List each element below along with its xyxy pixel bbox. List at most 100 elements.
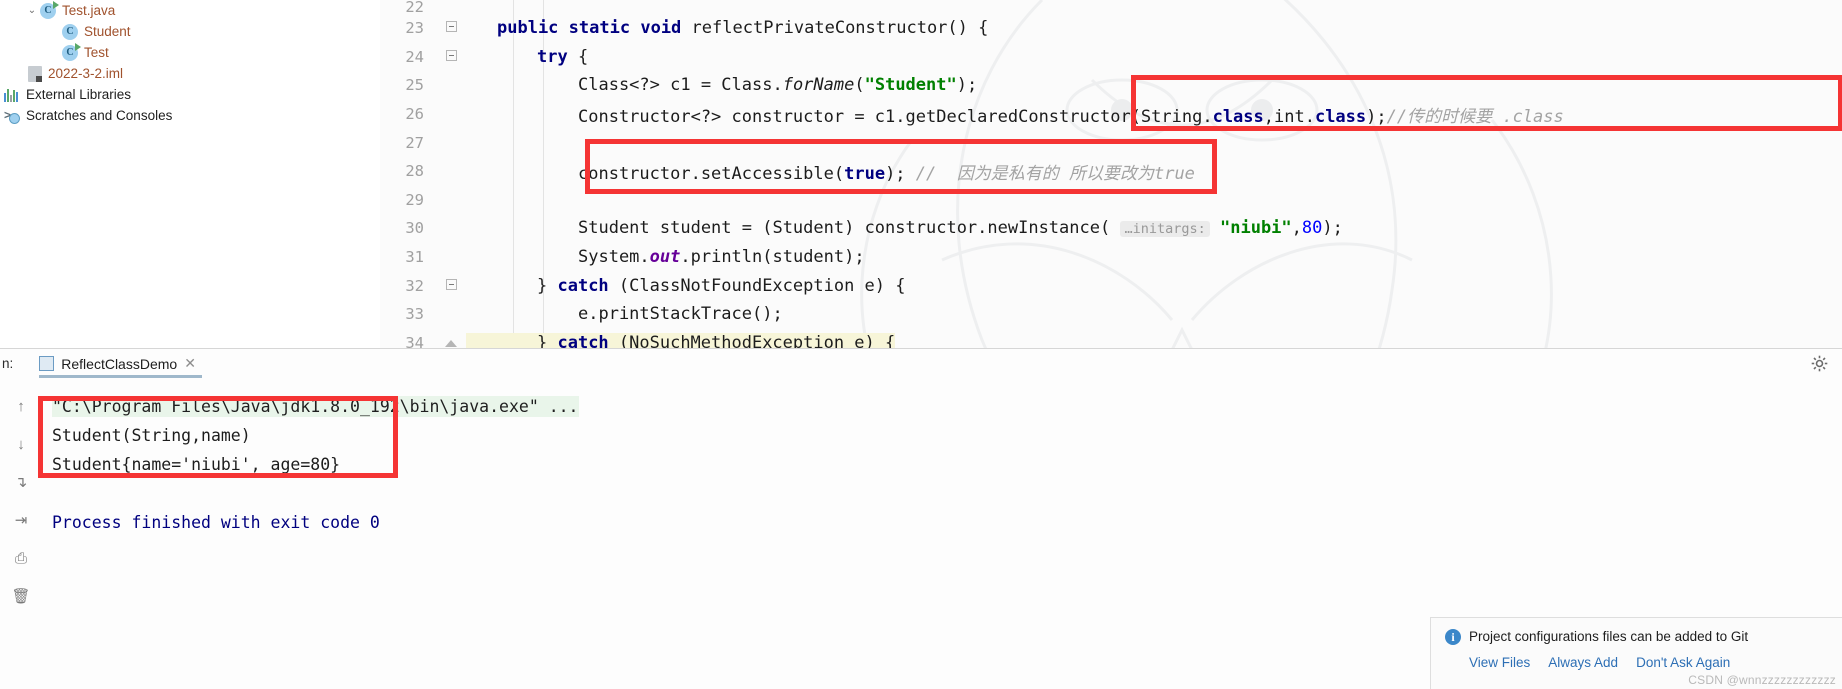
- console-line: "C:\Program Files\Java\jdk1.8.0_192\bin\…: [42, 392, 1842, 421]
- line-number: 27: [405, 133, 424, 152]
- tree-item-label: External Libraries: [26, 87, 132, 102]
- code-fragment: );: [956, 75, 978, 96]
- code-content: constructor.setAccessible(true); // 因为是私…: [466, 159, 1195, 184]
- fold-marker[interactable]: [436, 336, 466, 348]
- code-fragment: Constructor<?> constructor = c1.getDecla…: [578, 106, 1131, 127]
- line-number: 32: [405, 276, 424, 295]
- run-tab-label: ReflectClassDemo: [61, 355, 178, 372]
- code-fragment: );: [885, 163, 906, 184]
- iml-module-file-icon: [28, 65, 42, 82]
- code-line[interactable]: 33 e.printStackTrace();: [380, 300, 1842, 329]
- java-class-icon: C: [62, 23, 78, 40]
- tree-item-external-libraries[interactable]: External Libraries: [0, 84, 380, 105]
- delete-icon[interactable]: 🗑: [10, 586, 32, 606]
- keyword-class: class: [1212, 106, 1264, 127]
- line-number: 31: [405, 248, 424, 267]
- project-tree-panel[interactable]: ⌄ C Test.java C Student C Test 2022-3-2.…: [0, 0, 380, 348]
- keyword-try: try: [537, 46, 568, 67]
- code-fragment: );: [1322, 218, 1343, 239]
- number-literal: 80: [1301, 218, 1323, 239]
- line-number: 33: [405, 305, 424, 324]
- code-content: } catch (ClassNotFoundException e) {: [466, 276, 905, 296]
- code-editor[interactable]: 22 23 public static void reflectPrivateC…: [380, 0, 1842, 348]
- line-number: 23: [405, 19, 424, 38]
- code-content: } catch (NoSuchMethodException e) {: [466, 332, 896, 348]
- string-literal: "Student": [864, 75, 957, 96]
- always-add-link[interactable]: Always Add: [1548, 655, 1618, 670]
- tree-item-label: Scratches and Consoles: [26, 108, 173, 123]
- code-fragment: }: [537, 275, 558, 296]
- line-number: 24: [405, 47, 424, 66]
- soft-wrap-icon[interactable]: ↴: [10, 472, 32, 492]
- run-tab-reflectclassdemo[interactable]: ReflectClassDemo ✕: [31, 349, 204, 378]
- code-content: try {: [466, 47, 588, 67]
- tree-item-student[interactable]: C Student: [0, 21, 380, 42]
- code-line[interactable]: 25 Class<?> c1 = Class.forName("Student"…: [380, 71, 1842, 100]
- console-output-text: Student{name='niubi', age=80}: [52, 455, 341, 474]
- console-toolbar[interactable]: ↑ ↓ ↴ ⇥ ⎙ 🗑: [0, 378, 42, 689]
- code-line[interactable]: 31 System.out.println(student);: [380, 243, 1842, 272]
- inline-comment: // 因为是私有的 所以要改为true: [915, 163, 1195, 184]
- chevron-down-icon[interactable]: ⌄: [24, 5, 40, 16]
- inline-comment: //传的时候要 .class: [1386, 106, 1564, 127]
- notification-header: i Project configurations files can be ad…: [1445, 629, 1828, 646]
- code-line[interactable]: 28 constructor.setAccessible(true); // 因…: [380, 157, 1842, 186]
- scroll-to-end-icon[interactable]: ⇥: [10, 510, 32, 530]
- code-line[interactable]: 24 try {: [380, 43, 1842, 72]
- gear-icon[interactable]: [1811, 355, 1828, 377]
- static-field-out: out: [649, 247, 681, 268]
- close-icon[interactable]: ✕: [184, 355, 196, 372]
- tree-item-iml-file[interactable]: 2022-3-2.iml: [0, 63, 380, 84]
- keyword-catch: catch: [557, 275, 609, 296]
- tree-item-scratches-and-consoles[interactable]: Scratches and Consoles: [0, 105, 380, 126]
- fold-marker[interactable]: [436, 21, 466, 35]
- code-line[interactable]: 27: [380, 128, 1842, 157]
- code-line[interactable]: 32 } catch (ClassNotFoundException e) {: [380, 271, 1842, 300]
- keyword-public: public: [497, 18, 559, 39]
- line-number: 34: [405, 333, 424, 348]
- code-fragment: (NoSuchMethodException e) {: [608, 332, 896, 348]
- code-content: System.out.println(student);: [466, 247, 865, 267]
- keyword-void: void: [640, 18, 682, 39]
- parameter-hint-initargs[interactable]: …initargs:: [1120, 221, 1210, 238]
- ide-window: ⌄ C Test.java C Student C Test 2022-3-2.…: [0, 0, 1842, 689]
- code-line[interactable]: 34 } catch (NoSuchMethodException e) {: [380, 329, 1842, 348]
- console-line: Process finished with exit code 0: [42, 508, 1842, 537]
- code-line[interactable]: 26 Constructor<?> constructor = c1.getDe…: [380, 100, 1842, 129]
- process-finished-text: Process finished with exit code 0: [52, 513, 380, 532]
- code-fragment: System.: [578, 247, 650, 268]
- line-number: 29: [405, 190, 424, 209]
- line-number: 30: [405, 219, 424, 238]
- code-line[interactable]: 29: [380, 186, 1842, 215]
- fold-marker[interactable]: [436, 49, 466, 64]
- code-fragment: Student student = (Student) constructor.…: [578, 218, 1111, 239]
- console-line: Student(String,name): [42, 421, 1842, 450]
- code-line[interactable]: 23 public static void reflectPrivateCons…: [380, 14, 1842, 43]
- code-line[interactable]: 22: [380, 0, 1842, 14]
- notification-actions[interactable]: View Files Always Add Don't Ask Again: [1445, 646, 1828, 670]
- fold-marker[interactable]: [436, 278, 466, 293]
- tree-item-test[interactable]: C Test: [0, 42, 380, 63]
- tree-item-test-java[interactable]: ⌄ C Test.java: [0, 0, 380, 21]
- dont-ask-again-link[interactable]: Don't Ask Again: [1636, 655, 1730, 670]
- scroll-up-icon[interactable]: ↑: [10, 396, 32, 416]
- code-fragment: e.printStackTrace();: [578, 304, 783, 325]
- code-fragment: ,: [1291, 218, 1302, 239]
- run-tab-bar[interactable]: n: ReflectClassDemo ✕: [0, 349, 1842, 378]
- view-files-link[interactable]: View Files: [1469, 655, 1530, 670]
- scroll-down-icon[interactable]: ↓: [10, 434, 32, 454]
- code-fragment: (String.: [1130, 106, 1213, 127]
- console-command-text: "C:\Program Files\Java\jdk1.8.0_192\bin\…: [52, 396, 579, 417]
- code-content: public static void reflectPrivateConstru…: [466, 18, 988, 38]
- scratches-consoles-icon: [4, 108, 20, 124]
- print-icon[interactable]: ⎙: [10, 548, 32, 568]
- code-fragment: );: [1366, 106, 1387, 127]
- keyword-true: true: [844, 163, 886, 184]
- code-fragment: {: [567, 46, 589, 67]
- code-line[interactable]: 30 Student student = (Student) construct…: [380, 214, 1842, 243]
- method-name: reflectPrivateConstructor: [691, 18, 948, 39]
- code-fragment: .println(student);: [680, 247, 865, 268]
- code-fragment: }: [537, 332, 558, 348]
- static-method-forname: forName: [782, 75, 855, 96]
